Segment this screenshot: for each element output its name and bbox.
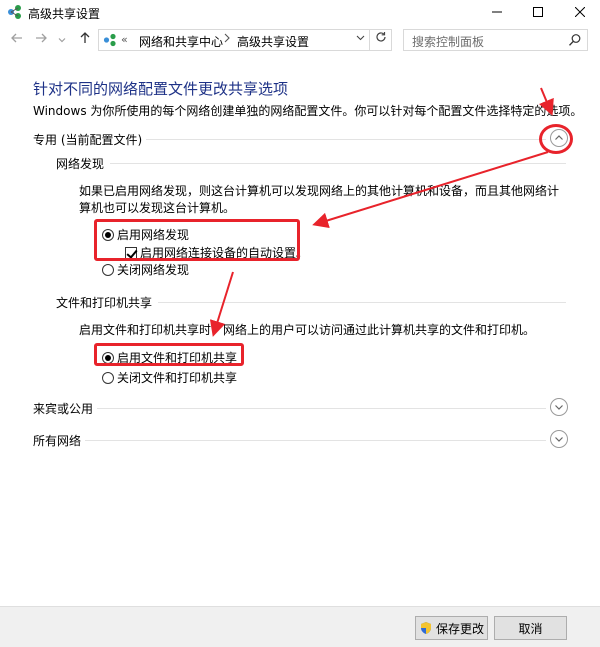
close-icon [575, 7, 585, 17]
recent-pages-dropdown[interactable] [56, 31, 68, 49]
section-divider [33, 408, 546, 409]
chevron-down-icon [555, 405, 563, 410]
file-printer-heading: 文件和打印机共享 [56, 294, 159, 311]
back-button[interactable] [8, 31, 26, 49]
network-discovery-off-radio[interactable] [102, 263, 114, 276]
file-printer-off-option[interactable]: 关闭文件和打印机共享 [102, 369, 237, 386]
search-placeholder: 搜索控制面板 [412, 35, 485, 49]
refresh-icon [375, 32, 386, 42]
up-button[interactable] [76, 31, 94, 49]
annotation-box-network-discovery [94, 219, 300, 261]
section-guest-label: 来宾或公用 [33, 400, 98, 417]
breadcrumb-advanced-sharing[interactable]: 高级共享设置 [237, 33, 309, 50]
section-all-networks[interactable]: 所有网络 [33, 430, 568, 449]
arrow-right-icon [36, 33, 47, 43]
search-input[interactable]: 搜索控制面板 [403, 29, 588, 51]
subsection-file-printer: 文件和打印机共享 [56, 294, 566, 311]
search-icon[interactable] [568, 33, 582, 47]
arrow-up-icon [80, 32, 90, 43]
expand-all-networks-button[interactable] [550, 430, 568, 448]
maximize-icon [533, 7, 543, 17]
network-icon [103, 33, 116, 47]
breadcrumb-separator[interactable] [223, 33, 231, 46]
page-title: 针对不同的网络配置文件更改共享选项 [33, 80, 289, 98]
address-bar: « 网络和共享中心 高级共享设置 搜索控制面板 [0, 27, 600, 53]
network-discovery-off-label[interactable]: 关闭网络发现 [117, 261, 189, 278]
cancel-button[interactable]: 取消 [494, 616, 567, 640]
network-discovery-off-option[interactable]: 关闭网络发现 [102, 261, 189, 278]
chevron-down-icon [356, 35, 365, 41]
section-private[interactable]: 专用 (当前配置文件) [33, 129, 568, 148]
network-icon [8, 5, 21, 19]
footer-bar: 保存更改 取消 [0, 606, 600, 647]
section-divider [33, 440, 546, 441]
section-private-label: 专用 (当前配置文件) [33, 131, 147, 148]
address-field[interactable]: « 网络和共享中心 高级共享设置 [98, 29, 392, 51]
close-button[interactable] [560, 0, 600, 24]
network-discovery-heading: 网络发现 [56, 155, 111, 172]
maximize-button[interactable] [518, 0, 558, 24]
section-guest[interactable]: 来宾或公用 [33, 398, 568, 417]
file-printer-off-radio[interactable] [102, 371, 114, 384]
file-printer-off-label[interactable]: 关闭文件和打印机共享 [117, 369, 237, 386]
save-button-label[interactable]: 保存更改 [436, 620, 484, 637]
refresh-button[interactable] [369, 30, 391, 50]
window-title: 高级共享设置 [28, 7, 101, 21]
network-discovery-description: 如果已启用网络发现，则这台计算机可以发现网络上的其他计算机和设备，而且其他网络计… [79, 184, 560, 215]
shield-icon [420, 622, 431, 634]
forward-button[interactable] [32, 31, 50, 49]
chevron-right-icon [224, 33, 230, 43]
subsection-divider [56, 163, 566, 164]
chevron-down-icon [555, 437, 563, 442]
arrow-left-icon [11, 33, 22, 43]
expand-guest-button[interactable] [550, 398, 568, 416]
chevron-down-icon [58, 38, 66, 43]
subsection-network-discovery: 网络发现 [56, 155, 566, 172]
title-bar: 高级共享设置 [0, 0, 600, 24]
file-printer-description: 启用文件和打印机共享时，网络上的用户可以访问通过此计算机共享的文件和打印机。 [79, 323, 536, 337]
minimize-icon [492, 11, 502, 13]
breadcrumb-network-center[interactable]: 网络和共享中心 [139, 33, 223, 50]
breadcrumb-overflow[interactable]: « [121, 33, 128, 46]
section-all-networks-label: 所有网络 [33, 432, 86, 449]
page-description: Windows 为你所使用的每个网络创建单独的网络配置文件。你可以针对每个配置文… [33, 104, 583, 118]
save-button[interactable]: 保存更改 [415, 616, 488, 640]
address-history-dropdown[interactable] [356, 33, 365, 45]
annotation-box-file-printer [94, 343, 244, 366]
minimize-button[interactable] [477, 0, 517, 24]
cancel-button-label[interactable]: 取消 [518, 620, 542, 637]
annotation-circle [539, 124, 573, 154]
content-area: 针对不同的网络配置文件更改共享选项 Windows 为你所使用的每个网络创建单独… [0, 56, 600, 606]
